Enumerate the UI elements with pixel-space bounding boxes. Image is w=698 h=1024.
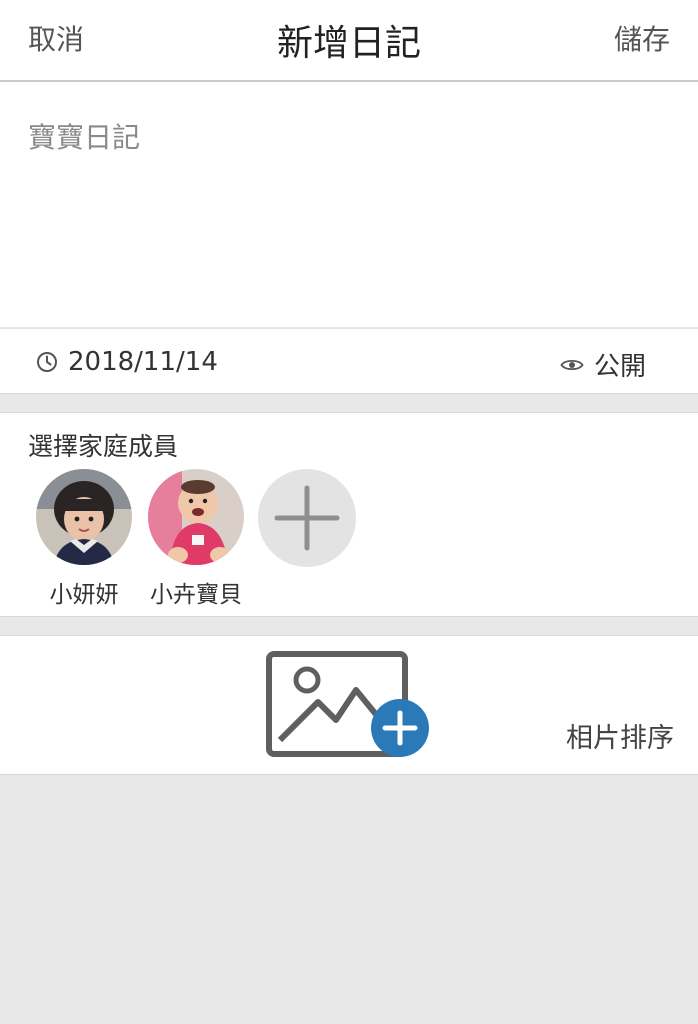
diary-text-input[interactable]: [26, 114, 670, 318]
member-item[interactable]: 小妍妍: [28, 469, 140, 609]
add-member-button[interactable]: [258, 469, 356, 567]
member-item[interactable]: 小卉寶貝: [140, 469, 252, 609]
page-title: 新增日記: [276, 23, 421, 64]
privacy-text: 公開: [593, 352, 646, 382]
top-bar: 取消 新增日記 儲存: [0, 0, 698, 82]
add-photo-button[interactable]: [266, 650, 432, 760]
eye-icon: [560, 359, 584, 370]
meta-bar: 2018/11/14 公開: [0, 328, 698, 394]
image-add-icon: [266, 651, 429, 757]
avatar: [148, 469, 244, 565]
family-members-section: 選擇家庭成員 小妍妍 小卉寶貝: [0, 412, 698, 617]
members-heading: 選擇家庭成員: [28, 432, 179, 461]
avatar: [36, 469, 132, 565]
member-name: 小妍妍: [49, 582, 119, 608]
date-picker[interactable]: 2018/11/14: [36, 347, 218, 377]
save-button[interactable]: 儲存: [614, 18, 670, 58]
plus-icon: [274, 485, 340, 551]
privacy-selector[interactable]: 公開: [560, 346, 646, 383]
date-text: 2018/11/14: [68, 347, 218, 377]
diary-editor: [0, 82, 698, 327]
clock-icon: [37, 352, 57, 372]
member-name: 小卉寶貝: [150, 582, 242, 608]
photo-sort-button[interactable]: 相片排序: [566, 716, 674, 755]
photos-section: 相片排序: [0, 635, 698, 775]
